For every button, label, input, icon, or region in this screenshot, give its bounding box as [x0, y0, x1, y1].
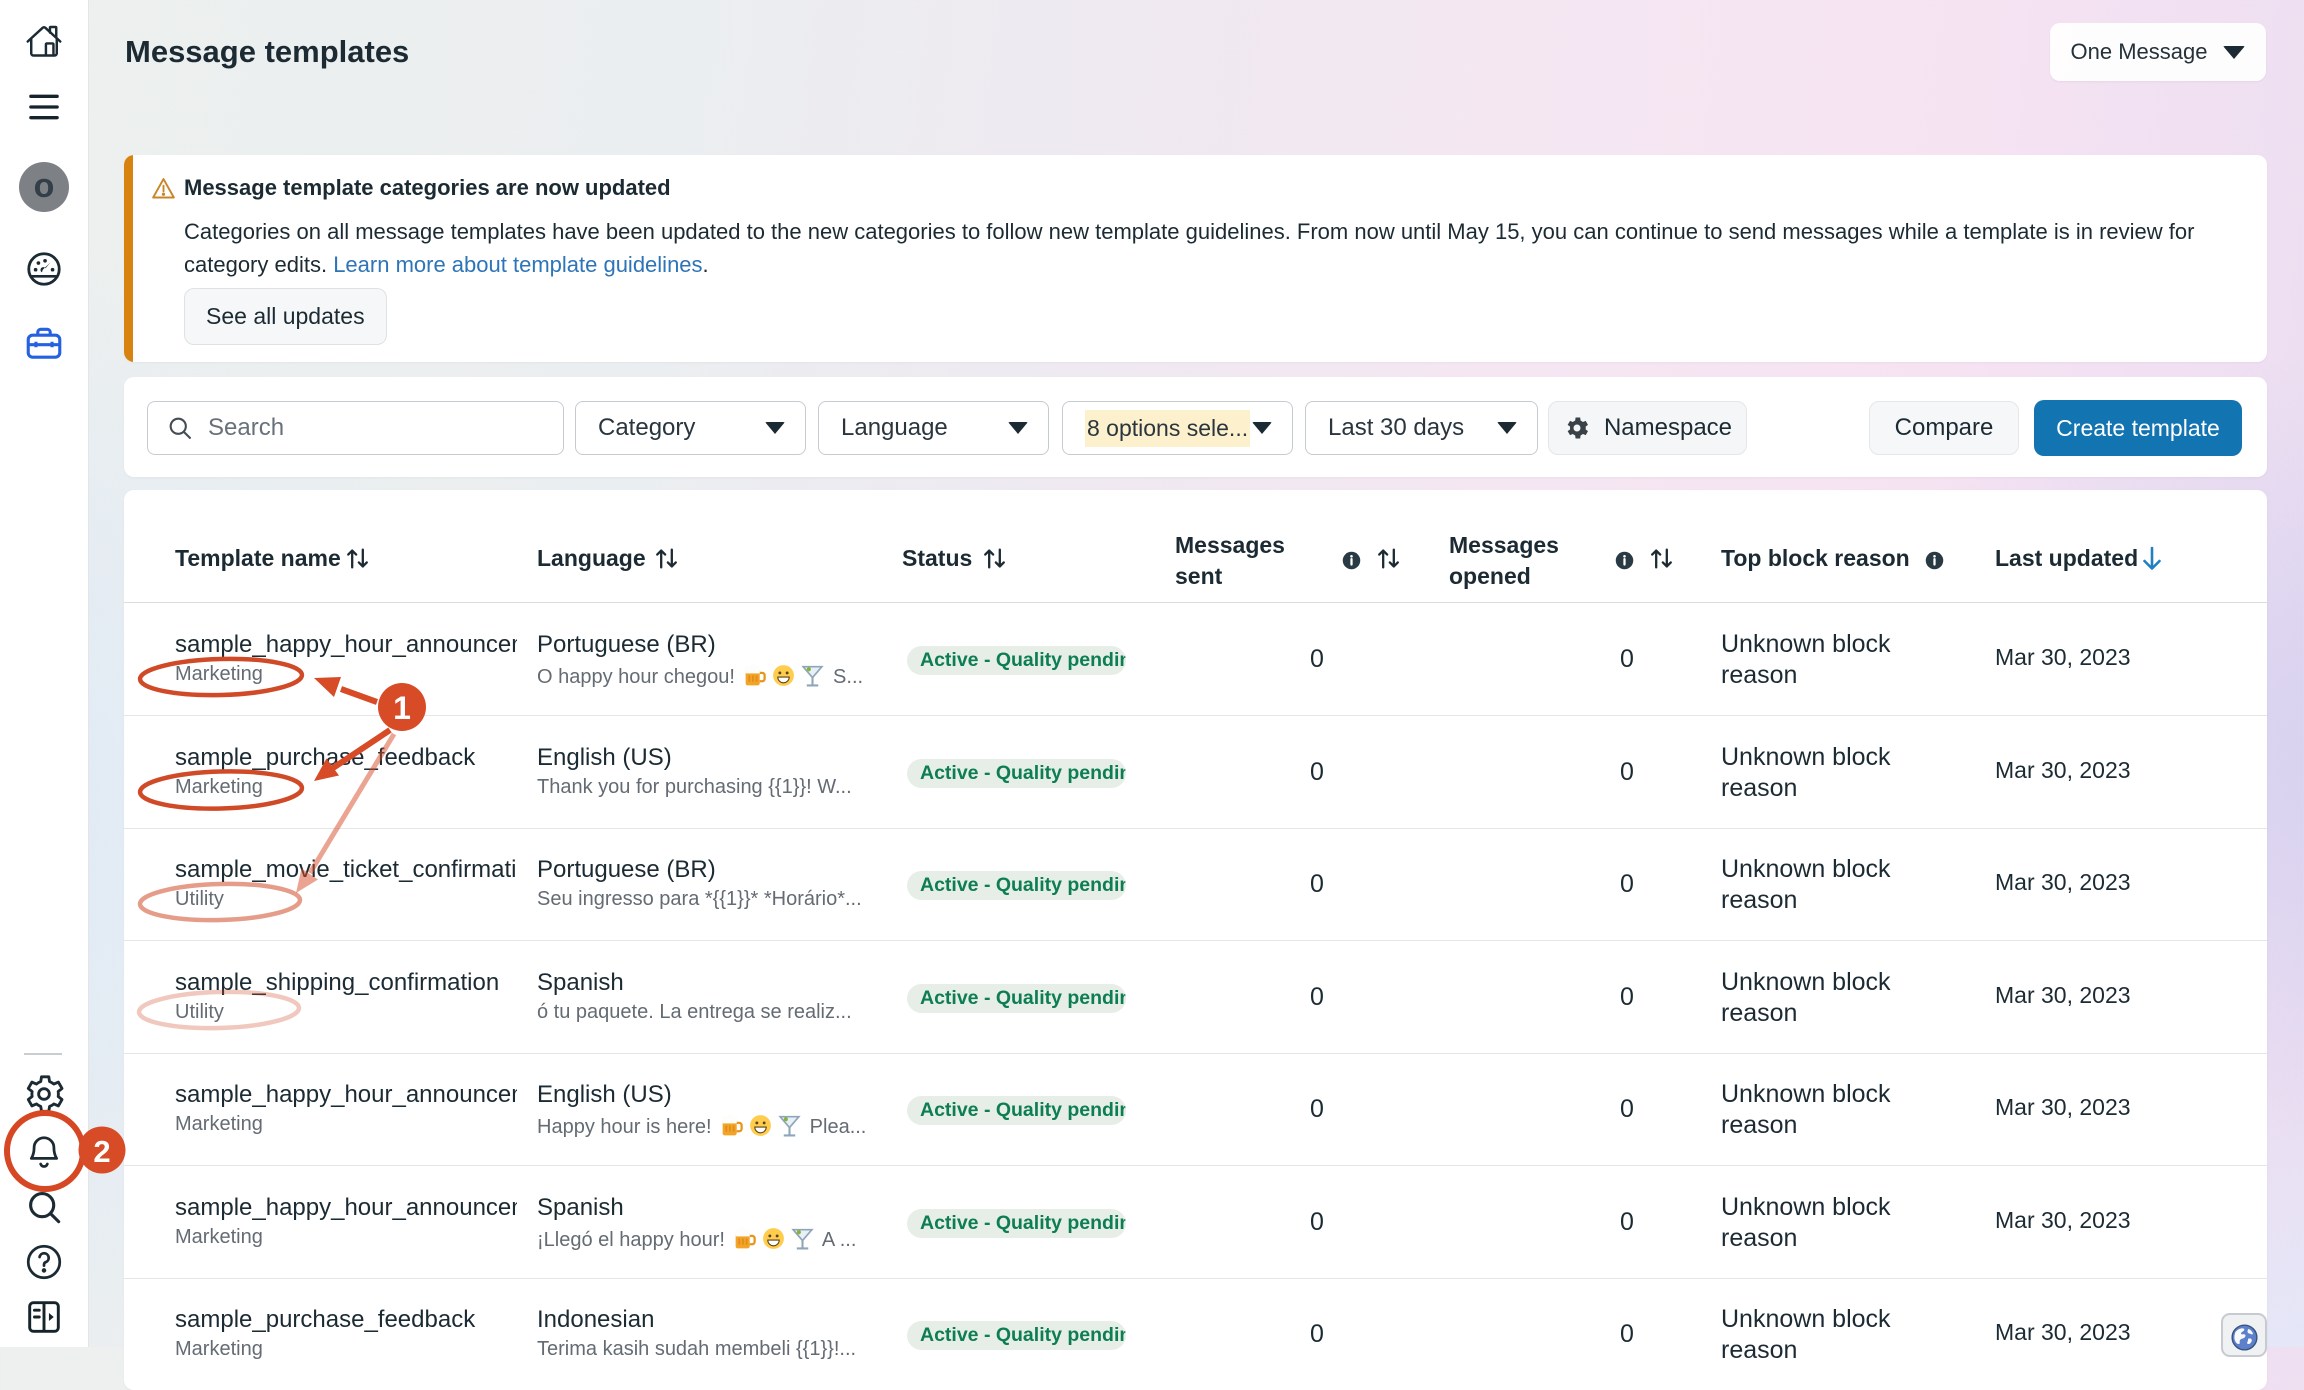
svg-text:2: 2 — [93, 1134, 110, 1169]
